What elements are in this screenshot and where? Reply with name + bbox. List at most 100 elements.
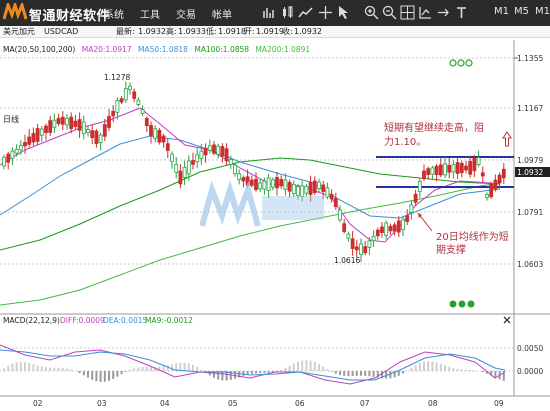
bar-chart-icon[interactable] [262, 5, 277, 20]
timeframe-m15[interactable]: M15 [535, 6, 550, 17]
zoom-in-icon[interactable] [364, 5, 379, 20]
macd-bar [427, 361, 430, 371]
macd-bar [49, 367, 52, 371]
candle-body [392, 224, 397, 232]
macd-bar [280, 369, 283, 371]
price-tick: 1.0791 [517, 208, 543, 217]
candle-body [438, 164, 443, 176]
shift-chart-icon[interactable] [436, 5, 451, 20]
macd-bar [309, 360, 312, 371]
candle-body [86, 128, 90, 134]
candle-body [157, 129, 162, 143]
macd-bar [61, 367, 64, 371]
price-tick: 1.0603 [517, 260, 543, 269]
macd-bar [259, 371, 262, 374]
text-tool-icon[interactable] [454, 5, 469, 20]
macd-bar [141, 366, 144, 371]
macd-bar [183, 362, 186, 371]
candle-chart-icon[interactable] [280, 5, 295, 20]
macd-bar [322, 366, 325, 371]
candle-body [413, 193, 418, 203]
macd-bar [200, 369, 203, 371]
macd-bar [326, 369, 329, 371]
app-name: 智通财经软件 [29, 9, 111, 24]
macd-bar [288, 365, 291, 371]
candle-body [6, 153, 11, 163]
macd-bar [11, 363, 14, 371]
price-tick: 1.1167 [517, 104, 543, 113]
candle-body [52, 119, 57, 128]
macd-bar [116, 371, 119, 377]
current-price: 1.0932 [517, 168, 543, 177]
candle-body [178, 170, 183, 185]
macd-bar [334, 371, 337, 374]
timeframe-m5[interactable]: M5 [514, 6, 529, 17]
candle-body [203, 147, 208, 156]
candle-body [396, 220, 401, 233]
macd-bar [313, 362, 316, 371]
macd-bar [179, 362, 182, 371]
macd-bar [297, 361, 299, 371]
candle-body [98, 134, 103, 143]
menu-system[interactable]: 系统 [104, 6, 124, 21]
candle-body [497, 174, 502, 184]
candle-body [77, 119, 82, 131]
candle-body [233, 164, 237, 175]
macd-bar [87, 371, 89, 378]
candle-body [56, 117, 61, 124]
candle-body [2, 156, 6, 167]
candle-body [44, 125, 48, 133]
candle-body [434, 165, 439, 176]
auto-scroll-icon[interactable] [418, 5, 433, 20]
line-chart-icon[interactable] [298, 5, 313, 20]
macd-bar [305, 360, 308, 371]
candle-body [102, 124, 107, 137]
candle-body [455, 162, 460, 174]
macd-bar [150, 366, 152, 371]
quote-high: 1.0933 [178, 27, 206, 36]
menu-tools[interactable]: 工具 [140, 6, 160, 21]
macd-bar [66, 368, 68, 371]
timeframe-m1[interactable]: M1 [494, 6, 509, 17]
macd-bar [418, 362, 421, 371]
macd-bar [410, 367, 413, 371]
macd-bar [473, 370, 476, 371]
candle-body [48, 120, 53, 133]
candle-body [371, 235, 376, 242]
month-tick: 05 [228, 399, 238, 408]
candle-body [464, 165, 468, 171]
zoom-out-icon[interactable] [382, 5, 397, 20]
note-resistance-line1: 短期有望继续走高，阻 [384, 121, 484, 134]
macd-bar [70, 369, 73, 371]
macd-bar [360, 371, 362, 376]
candle-body [212, 144, 216, 154]
menu-bill[interactable]: 帐单 [212, 6, 232, 21]
macd-bar [347, 371, 350, 377]
grid-icon[interactable] [400, 5, 415, 20]
macd-bar [36, 365, 39, 371]
candle-body [90, 130, 95, 139]
macd-bar [166, 365, 169, 371]
macd-bar [28, 363, 31, 371]
cursor-icon[interactable] [336, 5, 351, 20]
up-arrow-icon [502, 131, 512, 147]
month-tick: 09 [494, 399, 504, 408]
close-icon[interactable] [503, 316, 511, 324]
macd-bar [137, 367, 140, 371]
candle-body [69, 116, 74, 129]
candle-body [128, 85, 132, 91]
macd-bar [196, 367, 199, 371]
macd-axis-tick: 0.0000 [517, 367, 543, 376]
note-support-line1: 20日均线作为短 [436, 230, 509, 243]
macd-bar [435, 362, 438, 371]
candle-body [39, 128, 44, 136]
crosshair-icon[interactable] [318, 5, 333, 20]
menu-trade[interactable]: 交易 [176, 6, 196, 21]
candle-body [405, 215, 410, 222]
candle-body [132, 91, 137, 99]
low-marker-label: 1.0616 [334, 256, 360, 265]
macd-dea-line [0, 349, 506, 381]
note-support-line2: 期支撑 [436, 243, 466, 256]
macd-bar [364, 371, 367, 376]
macd-bar [255, 371, 257, 374]
